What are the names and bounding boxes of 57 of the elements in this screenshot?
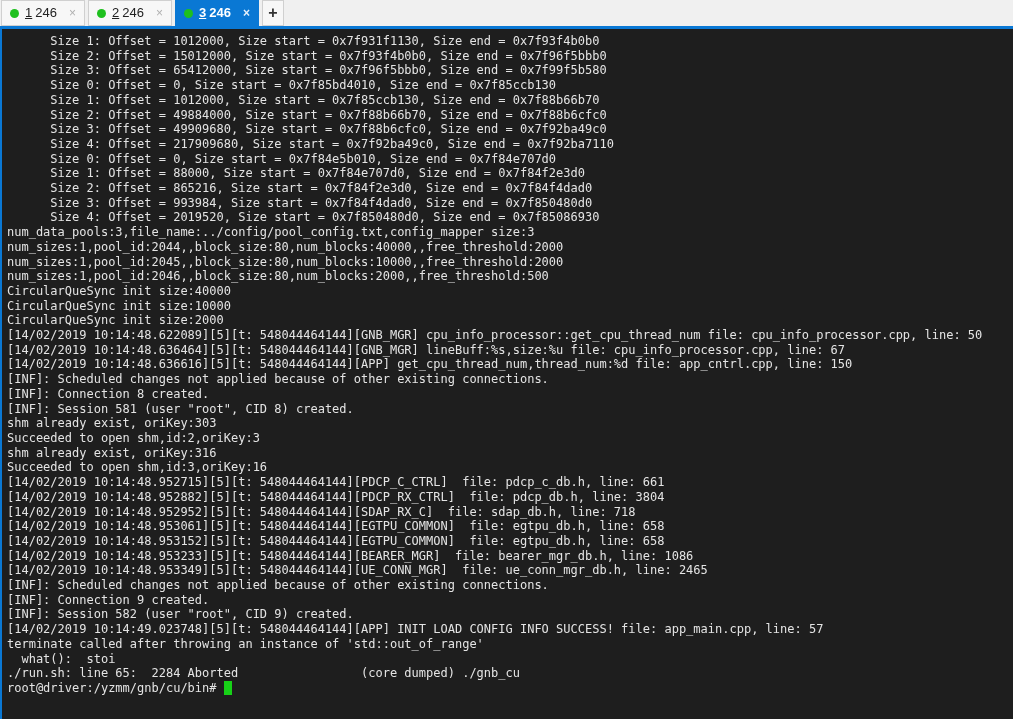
terminal-line: [INF]: Connection 9 created. bbox=[7, 592, 210, 608]
new-tab-button[interactable]: + bbox=[262, 0, 284, 26]
tab-number: 3 bbox=[199, 4, 207, 23]
terminal-line: Size 1: Offset = 1012000, Size start = 0x7f85ccb130, Size end = 0x7f88b66b70 bbox=[49, 92, 600, 108]
terminal-line: num_sizes:1,pool_id:2044,,block_size:80,num_blocks:40000,,free_threshold:2000 bbox=[7, 239, 564, 255]
terminal-line: Size 4: Offset = 2019520, Size start = 0x7f850480d0, Size end = 0x7f85086930 bbox=[49, 210, 600, 226]
terminal-line: ./run.sh: line 65: 2284 Aborted (core dumped) ./gnb_cu bbox=[7, 666, 520, 681]
terminal-line: Size 1: Offset = 1012000, Size start = 0x7f931f1130, Size end = 0x7f93f4b0b0 bbox=[49, 34, 600, 49]
terminal-line: Size 0: Offset = 0, Size start = 0x7f84e5b010, Size end = 0x7f84e707d0 bbox=[49, 151, 557, 167]
tab[interactable]: 1 246 × bbox=[1, 0, 85, 26]
terminal-line: [14/02/2019 10:14:49.023748][5][t: 548044464144][APP] INIT LOAD CONFIG INFO SUCCESS! file: app_main.cpp, line: 57 bbox=[7, 622, 824, 637]
terminal-line: [INF]: Connection 8 created. bbox=[7, 386, 210, 402]
tab-number: 1 bbox=[25, 4, 33, 23]
terminal-line: shm already exist, oriKey:303 bbox=[7, 416, 217, 431]
tab[interactable]: 2 246 × bbox=[88, 0, 172, 26]
terminal-line: [INF]: Scheduled changes not applied because of other existing connections. bbox=[7, 372, 549, 387]
shell-prompt: root@driver:/yzmm/gnb/cu/bin# bbox=[7, 680, 218, 696]
close-button[interactable]: × bbox=[243, 4, 250, 22]
terminal-line: Size 3: Offset = 65412000, Size start = 0x7f96f5bbb0, Size end = 0x7f99f5b580 bbox=[49, 63, 607, 79]
cursor-icon bbox=[223, 681, 232, 696]
terminal-line: Size 3: Offset = 49909680, Size start = 0x7f88b6cfc0, Size end = 0x7f92ba49c0 bbox=[49, 122, 607, 137]
terminal-line: Size 2: Offset = 865216, Size start = 0x7f84f2e3d0, Size end = 0x7f84f4dad0 bbox=[49, 181, 593, 196]
terminal-line: num_sizes:1,pool_id:2045,,block_size:80,num_blocks:10000,,free_threshold:2000 bbox=[7, 254, 564, 270]
terminal-line: Size 3: Offset = 993984, Size start = 0x7f84f4dad0, Size end = 0x7f850480d0 bbox=[49, 195, 593, 211]
tab-number: 2 bbox=[112, 4, 120, 23]
terminal-line: what(): stoi bbox=[20, 651, 116, 667]
tab-title: 246 bbox=[35, 4, 57, 23]
terminal-line: [14/02/2019 10:14:48.952952][5][t: 548044464144][SDAP_RX_C] file: sdap_db.h, line: 718 bbox=[7, 504, 636, 520]
terminal-line: [INF]: Session 581 (user "root", CID 8) created. bbox=[7, 401, 354, 417]
terminal-line: Size 2: Offset = 15012000, Size start = 0x7f93f4b0b0, Size end = 0x7f96f5bbb0 bbox=[49, 48, 607, 64]
tab[interactable]: 3 246 × bbox=[175, 0, 259, 26]
terminal-line: [INF]: Session 582 (user "root", CID 9) created. bbox=[7, 607, 354, 623]
tab-title: 246 bbox=[209, 4, 231, 23]
terminal-line: [14/02/2019 10:14:48.952882][5][t: 548044464144][PDCP_RX_CTRL] file: pdcp_db.h, line: 3804 bbox=[7, 489, 665, 505]
terminal-line: Size 0: Offset = 0, Size start = 0x7f85bd4010, Size end = 0x7f85ccb130 bbox=[49, 78, 557, 93]
terminal-line: [14/02/2019 10:14:48.622089][5][t: 548044464144][GNB_MGR] cpu_info_processor::get_cpu_thread_num file: cpu_info_processor.cpp, line: 50 bbox=[7, 328, 983, 343]
terminal-line: [14/02/2019 10:14:48.953349][5][t: 548044464144][UE_CONN_MGR] file: ue_conn_mgr_db.h, line: 2465 bbox=[7, 563, 708, 578]
terminal-line: terminate called after throwing an instance of 'std::out_of_range' bbox=[7, 636, 484, 652]
terminal-line: [14/02/2019 10:14:48.953152][5][t: 548044464144][EGTPU_COMMON] file: egtpu_db.h, line: 658 bbox=[7, 533, 665, 549]
terminal-line: Size 4: Offset = 217909680, Size start = 0x7f92ba49c0, Size end = 0x7f92ba7110 bbox=[49, 136, 614, 152]
terminal-line: num_sizes:1,pool_id:2046,,block_size:80,num_blocks:2000,,free_threshold:500 bbox=[7, 269, 549, 284]
terminal-line: [14/02/2019 10:14:48.952715][5][t: 548044464144][PDCP_C_CTRL] file: pdcp_c_db.h, line: 661 bbox=[7, 475, 665, 490]
terminal-line: Succeeded to open shm,id:3,oriKey:16 bbox=[7, 460, 268, 476]
terminal-line: [14/02/2019 10:14:48.636464][5][t: 548044464144][GNB_MGR] lineBuff:%s,size:%u file: cpu_info_processor.cpp, line: 67 bbox=[7, 342, 846, 358]
terminal-line: shm already exist, oriKey:316 bbox=[7, 445, 217, 461]
terminal-line: [INF]: Scheduled changes not applied because of other existing connections. bbox=[7, 578, 549, 593]
terminal-line: [14/02/2019 10:14:48.953233][5][t: 548044464144][BEARER_MGR] file: bearer_mgr_db.h, line: 1086 bbox=[7, 548, 694, 564]
terminal-line: Size 1: Offset = 88000, Size start = 0x7f84e707d0, Size end = 0x7f84f2e3d0 bbox=[49, 166, 585, 182]
terminal-line: [14/02/2019 10:14:48.636616][5][t: 548044464144][APP] get_cpu_thread_num,thread_num:%d file: app_cntrl.cpp, line: 150 bbox=[7, 357, 853, 373]
tab-title: 246 bbox=[122, 4, 144, 23]
terminal-line: CircularQueSync init size:40000 bbox=[7, 283, 231, 299]
terminal-line: CircularQueSync init size:2000 bbox=[7, 313, 224, 329]
terminal-line: [14/02/2019 10:14:48.953061][5][t: 548044464144][EGTPU_COMMON] file: egtpu_db.h, line: 658 bbox=[7, 519, 665, 534]
terminal-line: Succeeded to open shm,id:2,oriKey:3 bbox=[7, 431, 260, 446]
terminal-line: num_data_pools:3,file_name:../config/pool_config.txt,config_mapper size:3 bbox=[7, 225, 535, 240]
terminal-line: Size 2: Offset = 49884000, Size start = 0x7f88b66b70, Size end = 0x7f88b6cfc0 bbox=[49, 107, 607, 123]
terminal-line: CircularQueSync init size:10000 bbox=[7, 298, 231, 314]
